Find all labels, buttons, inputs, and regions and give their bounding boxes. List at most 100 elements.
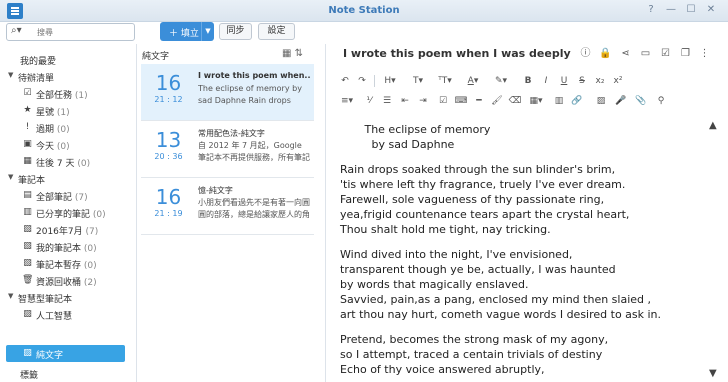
sidebar-item-2016-july[interactable]: ▧ 2016年7月 (7)	[0, 221, 134, 238]
sync-button[interactable]: 同步	[219, 23, 252, 40]
note-content[interactable]: The eclipse of memory by sad Daphne Rain…	[340, 122, 705, 377]
attachment-icon[interactable]: 📎	[634, 93, 648, 109]
italic-icon[interactable]: I	[539, 73, 553, 89]
collapse-arrow-icon[interactable]: ▼	[8, 292, 13, 300]
share-icon[interactable]: ⋖	[618, 46, 633, 61]
font-size-icon[interactable]: ᵀT▾	[434, 73, 456, 89]
sidebar-item-recycle-bin[interactable]: 🗑 資源回收桶 (2)	[0, 272, 134, 289]
link-icon[interactable]: 🔗	[570, 93, 584, 109]
note-card[interactable]: 13 20 : 36 常用配色法-純文字 自 2012 年 7 月起，Googl…	[141, 121, 314, 178]
lock-icon[interactable]: 🔒	[598, 46, 613, 61]
notes-icon: ▤	[23, 190, 32, 200]
scrollbar[interactable]: ▲ ▼	[708, 120, 722, 382]
highlight-icon[interactable]: ✎▾	[491, 73, 511, 89]
collapse-arrow-icon[interactable]: ▼	[8, 173, 13, 181]
note-card[interactable]: 16 21 : 19 憶-純文字 小朋友們看過先不是有著一向圓圓的部落，總是給讓…	[141, 178, 314, 235]
sidebar-section-smart-notebooks[interactable]: ▼ 智慧型筆記本	[0, 289, 134, 306]
search-box[interactable]: ⌕▾	[6, 23, 135, 41]
strikethrough-icon[interactable]: S	[575, 73, 589, 89]
outdent-icon[interactable]: ⇤	[398, 93, 412, 109]
chevron-down-icon[interactable]: ▼	[201, 22, 214, 41]
chart-icon[interactable]: ▥	[552, 93, 566, 109]
view-toggle[interactable]: ▦ ⇅	[282, 48, 303, 59]
sidebar-item-shared-notes[interactable]: ▥ 已分享的筆記 (0)	[0, 204, 134, 221]
content-line: Wind dived into the night, I've envision…	[340, 248, 573, 261]
sidebar-item-starred[interactable]: ★ 星號 (1)	[0, 102, 134, 119]
note-card[interactable]: 16 21 : 12 I wrote this poem when... The…	[141, 64, 314, 121]
minimize-icon[interactable]: —	[664, 4, 678, 15]
eraser-icon[interactable]: ⌫	[508, 93, 522, 109]
content-line: Thou shalt hold me tight, nay tricking.	[340, 223, 551, 236]
sidebar-item-my-notebook[interactable]: ▧ 我的筆記本 (0)	[0, 238, 134, 255]
sidebar-item-count: (0)	[56, 142, 70, 152]
scroll-up-icon[interactable]: ▲	[709, 120, 717, 131]
sidebar-item-next-7-days[interactable]: ▦ 往後 7 天 (0)	[0, 153, 134, 170]
sidebar-section-notebooks[interactable]: ▼ 筆記本	[0, 170, 134, 187]
settings-button[interactable]: 設定	[258, 23, 295, 40]
maximize-icon[interactable]: ☐	[684, 4, 698, 15]
sidebar-item-plain-text[interactable]: ▨ 純文字	[6, 345, 125, 362]
subscript-icon[interactable]: x₂	[593, 73, 607, 89]
sidebar-item-label: 標籤	[20, 371, 39, 381]
align-icon[interactable]: ≡▾	[338, 93, 356, 109]
bullet-list-icon[interactable]: ☰	[380, 93, 394, 109]
sidebar-item-count: (1)	[56, 108, 70, 118]
share-icon: ▥	[23, 207, 32, 217]
sidebar-item-all-notes[interactable]: ▤ 全部筆記 (7)	[0, 187, 134, 204]
sidebar-item-all-tasks[interactable]: ☑ 全部任務 (1)	[0, 85, 134, 102]
superscript-icon[interactable]: x²	[611, 73, 625, 89]
task-checkbox-icon[interactable]: ☑	[658, 46, 673, 61]
sidebar-item-label: 星號	[36, 108, 55, 118]
copy-icon[interactable]: ❐	[678, 46, 693, 61]
microphone-icon[interactable]: 🎤	[614, 93, 628, 109]
scroll-down-icon[interactable]: ▼	[709, 368, 717, 379]
new-note-button[interactable]: ＋ 填立 ▼	[160, 22, 214, 41]
search-replace-icon[interactable]: ⚲	[654, 93, 668, 109]
redo-icon[interactable]: ↷	[355, 73, 369, 89]
sidebar-item-today[interactable]: ▣ 今天 (0)	[0, 136, 134, 153]
presentation-icon[interactable]: ▭	[638, 46, 653, 61]
content-line: Rain drops soaked through the sun blinde…	[340, 163, 616, 176]
heading-icon[interactable]: H▾	[380, 73, 400, 89]
sidebar-item-count: (2)	[83, 278, 97, 288]
search-input[interactable]	[37, 26, 131, 38]
sidebar-item-label: 我的筆記本	[36, 244, 82, 254]
paint-brush-icon[interactable]: 🖌	[490, 93, 504, 109]
more-icon[interactable]: ⋮	[697, 46, 712, 61]
sort-icon[interactable]: ⇅	[295, 48, 303, 59]
collapse-arrow-icon[interactable]: ▼	[8, 71, 13, 79]
sidebar-item-ai[interactable]: ▨ 人工智慧	[0, 306, 134, 323]
sidebar-item-tags[interactable]: 標籤	[0, 365, 134, 382]
sidebar-section-todo[interactable]: ▼ 待辦清單	[0, 68, 134, 85]
new-note-label: ＋ 填立	[169, 29, 199, 39]
info-icon[interactable]: ⓘ	[578, 46, 593, 61]
note-title-field[interactable]: I wrote this poem when I was deeply dc	[343, 47, 571, 60]
note-time: 21 : 19	[154, 209, 183, 218]
underline-icon[interactable]: U	[557, 73, 571, 89]
sidebar-item-label: 純文字	[36, 351, 64, 361]
text-color-icon[interactable]: A▾	[463, 73, 483, 89]
grid-view-icon[interactable]: ▦	[282, 48, 291, 59]
sidebar-item-notebook-draft[interactable]: ▧ 筆記本暫存 (0)	[0, 255, 134, 272]
table-icon[interactable]: ▦▾	[526, 93, 546, 109]
checklist-icon[interactable]: ☑	[436, 93, 450, 109]
note-date: 13 20 : 36	[146, 129, 191, 161]
close-icon[interactable]: ✕	[704, 4, 718, 15]
horizontal-rule-icon[interactable]: ━	[472, 93, 486, 109]
image-icon[interactable]: ▨	[594, 93, 608, 109]
indent-icon[interactable]: ⇥	[416, 93, 430, 109]
divider	[136, 44, 137, 382]
sidebar-item-count: (7)	[85, 227, 99, 237]
sidebar-item-count: (0)	[92, 210, 106, 220]
note-list-title: 純文字	[142, 52, 170, 62]
help-icon[interactable]: ?	[644, 4, 658, 15]
bold-icon[interactable]: B	[521, 73, 535, 89]
undo-icon[interactable]: ↶	[338, 73, 352, 89]
code-icon[interactable]: ⌨	[454, 93, 468, 109]
calendar-icon: ▦	[23, 156, 32, 166]
font-icon[interactable]: T▾	[408, 73, 428, 89]
sidebar-item-overdue[interactable]: ! 過期 (0)	[0, 119, 134, 136]
content-line: transparent though ye be, actually, I wa…	[340, 263, 616, 276]
numbered-list-icon[interactable]: ⅟	[362, 93, 376, 109]
sidebar-item-favorites[interactable]: 我的最愛	[0, 51, 134, 68]
